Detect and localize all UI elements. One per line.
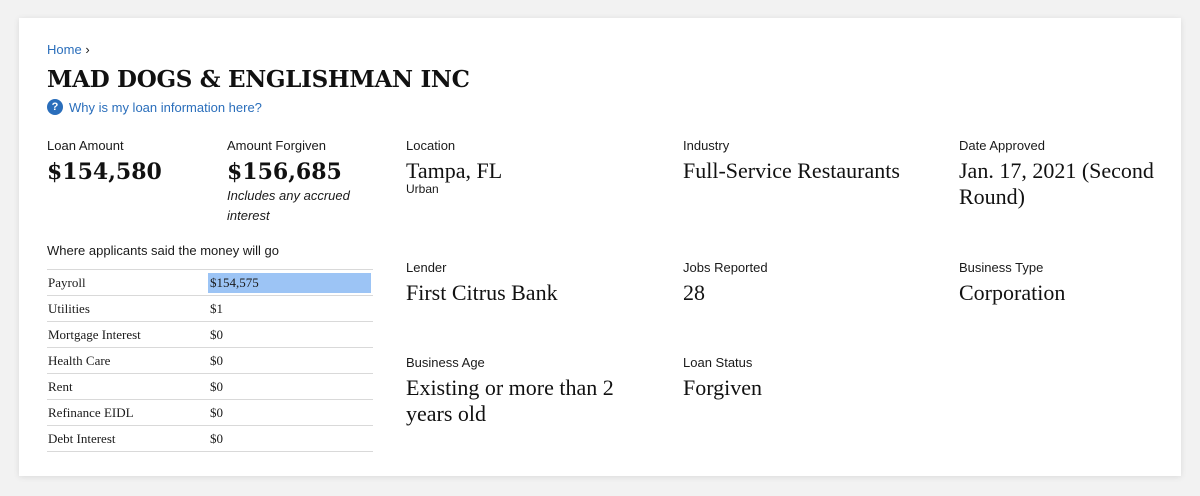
category-cell: Rent [48, 378, 73, 394]
loan-status-label: Loan Status [683, 355, 753, 370]
amount-cell: $0 [210, 378, 223, 394]
lender-label: Lender [406, 260, 447, 275]
category-cell: Mortgage Interest [48, 326, 141, 342]
category-cell: Debt Interest [48, 430, 116, 446]
loan-amount-value: $154,580 [47, 159, 162, 185]
category-cell: Utilities [48, 300, 90, 316]
business-type-label: Business Type [959, 260, 1044, 275]
money-heading: Where applicants said the money will go [47, 243, 279, 258]
business-age-label: Business Age [406, 355, 485, 370]
amount-cell: $0 [210, 430, 223, 446]
date-approved-label: Date Approved [959, 138, 1046, 153]
table-row: Mortgage Interest $0 [47, 322, 373, 348]
location-sub: Urban [406, 182, 439, 196]
amount-cell: $1 [210, 300, 223, 316]
money-table: Payroll $154,575 Utilities $1 Mortgage I… [47, 269, 373, 452]
lender-value: First Citrus Bank [406, 280, 558, 305]
table-row: Health Care $0 [47, 348, 373, 374]
why-info-link[interactable]: ? Why is my loan information here? [47, 99, 262, 115]
question-icon: ? [47, 99, 63, 115]
amount-forgiven-note: Includes any accrued interest [227, 188, 350, 223]
breadcrumb-home-link[interactable]: Home [47, 42, 82, 57]
industry-label: Industry [683, 138, 730, 153]
table-row: Payroll $154,575 [47, 270, 373, 296]
jobs-label: Jobs Reported [683, 260, 768, 275]
table-row: Debt Interest $0 [47, 426, 373, 452]
category-cell: Payroll [48, 274, 86, 290]
category-cell: Health Care [48, 352, 111, 368]
table-row: Refinance EIDL $0 [47, 400, 373, 426]
business-type-value: Corporation [959, 280, 1066, 305]
date-approved-value: Jan. 17, 2021 (Second Round) [959, 158, 1154, 209]
breadcrumb: Home › [47, 42, 90, 57]
loan-status-value: Forgiven [683, 375, 763, 400]
loan-amount-label: Loan Amount [47, 138, 124, 153]
category-cell: Refinance EIDL [48, 404, 134, 420]
amount-cell: $0 [210, 326, 223, 342]
amount-forgiven-label: Amount Forgiven [227, 138, 326, 153]
industry-value: Full-Service Restaurants [683, 158, 900, 183]
business-age-value: Existing or more than 2 years old [406, 375, 614, 426]
jobs-value: 28 [683, 280, 705, 305]
amount-forgiven-value: $156,685 [227, 159, 342, 185]
amount-cell-highlighted: $154,575 [208, 272, 371, 293]
page-title: MAD DOGS & ENGLISHMAN INC [47, 66, 470, 93]
location-value: Tampa, FL [406, 158, 503, 183]
table-row: Utilities $1 [47, 296, 373, 322]
loan-card: Home › MAD DOGS & ENGLISHMAN INC ? Why i… [19, 18, 1181, 476]
amount-cell: $0 [210, 352, 223, 368]
breadcrumb-separator: › [85, 42, 90, 57]
table-row: Rent $0 [47, 374, 373, 400]
amount-cell: $0 [210, 404, 223, 420]
location-label: Location [406, 138, 456, 153]
why-info-text: Why is my loan information here? [69, 99, 262, 115]
